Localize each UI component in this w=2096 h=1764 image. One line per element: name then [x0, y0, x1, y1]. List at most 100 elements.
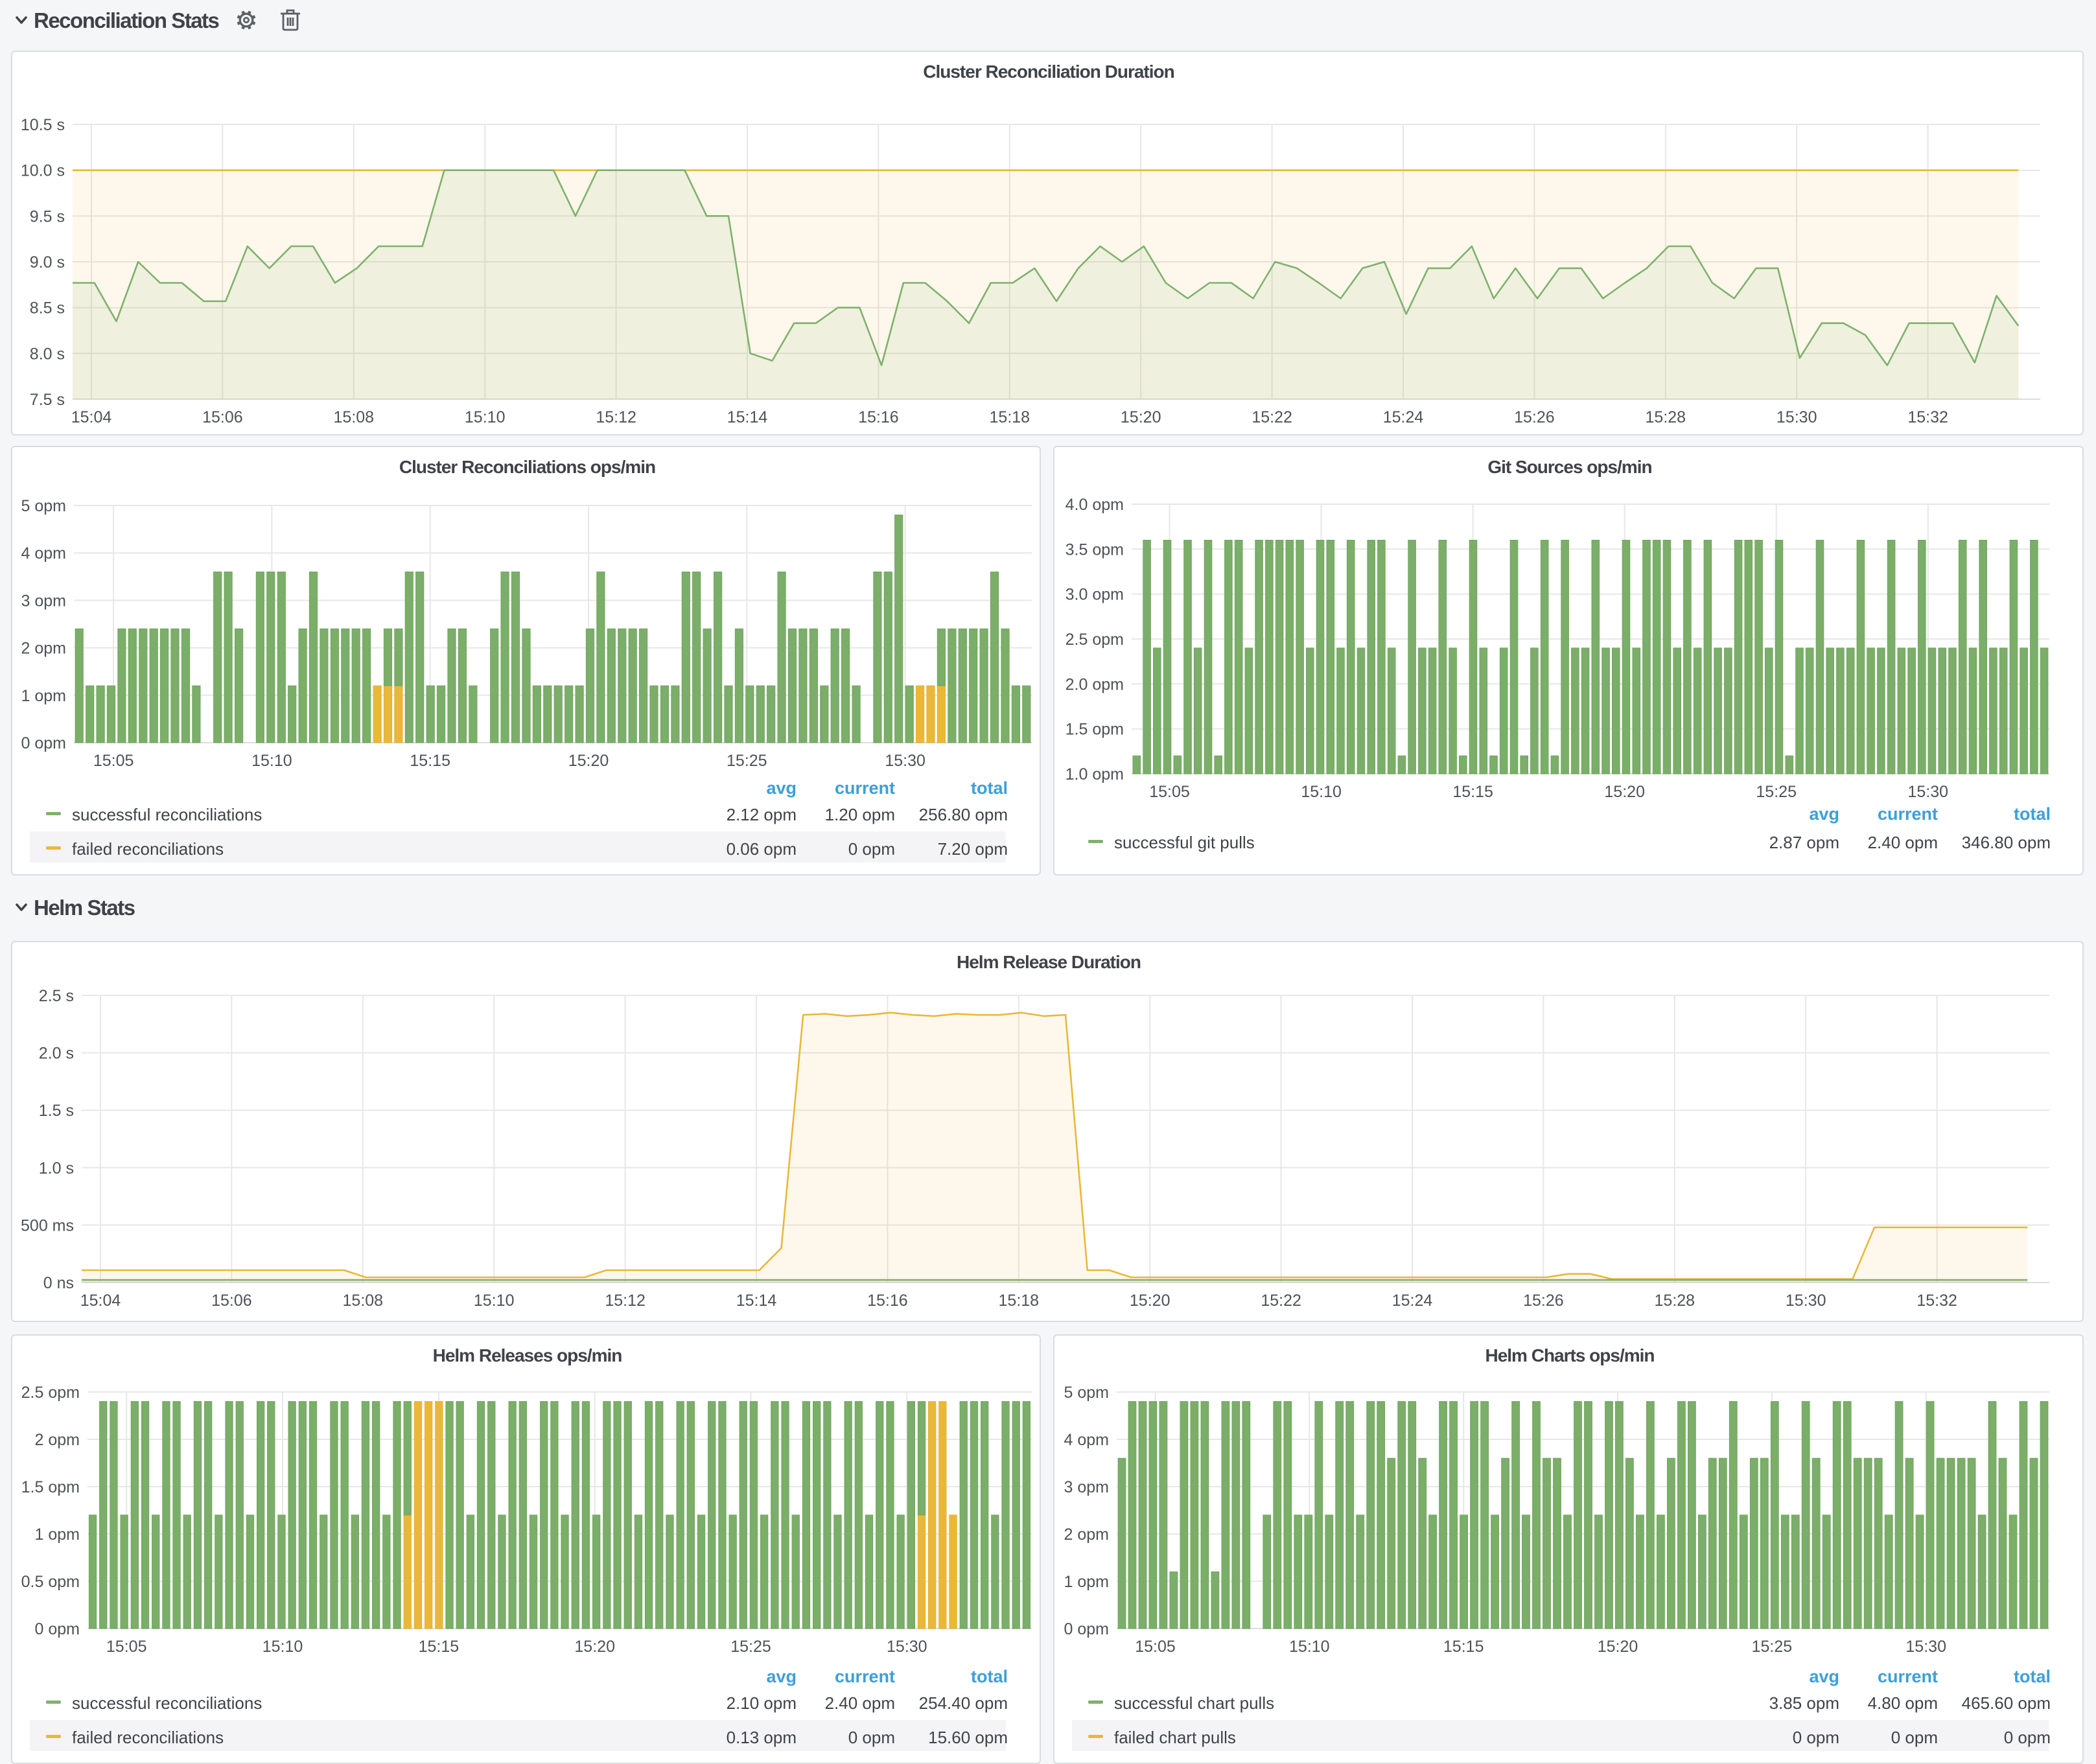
svg-text:15:08: 15:08 [343, 1292, 384, 1310]
svg-text:15:22: 15:22 [1252, 408, 1292, 426]
svg-text:Helm Stats: Helm Stats [34, 896, 135, 920]
svg-text:2.0 s: 2.0 s [39, 1045, 74, 1063]
svg-text:0.5 opm: 0.5 opm [21, 1573, 80, 1591]
svg-text:15.60 opm: 15.60 opm [928, 1728, 1008, 1747]
svg-text:15:15: 15:15 [1452, 783, 1493, 801]
svg-text:0 opm: 0 opm [2004, 1728, 2051, 1747]
svg-text:0.13 opm: 0.13 opm [727, 1728, 797, 1747]
svg-text:Reconciliation Stats: Reconciliation Stats [34, 8, 219, 32]
svg-text:1.0 s: 1.0 s [39, 1159, 74, 1178]
svg-text:1 opm: 1 opm [35, 1526, 80, 1544]
svg-text:15:18: 15:18 [990, 408, 1031, 426]
svg-text:2.40 opm: 2.40 opm [1868, 833, 1938, 852]
svg-text:current: current [835, 778, 895, 798]
svg-text:15:06: 15:06 [211, 1292, 252, 1310]
svg-text:1.5 opm: 1.5 opm [21, 1478, 80, 1496]
svg-text:3.85 opm: 3.85 opm [1769, 1693, 1839, 1713]
svg-text:Cluster Reconciliations ops/mi: Cluster Reconciliations ops/min [399, 457, 655, 477]
svg-text:500 ms: 500 ms [21, 1216, 74, 1235]
svg-text:465.60 opm: 465.60 opm [1962, 1693, 2051, 1713]
svg-text:9.5 s: 9.5 s [30, 207, 65, 226]
svg-text:current: current [1878, 1667, 1938, 1686]
svg-text:successful chart pulls: successful chart pulls [1114, 1693, 1274, 1713]
svg-text:0 opm: 0 opm [1793, 1728, 1839, 1747]
svg-text:15:25: 15:25 [1756, 783, 1797, 801]
svg-text:Helm Charts ops/min: Helm Charts ops/min [1485, 1345, 1654, 1365]
svg-text:2 opm: 2 opm [35, 1431, 80, 1449]
svg-text:0 ns: 0 ns [43, 1274, 74, 1292]
svg-text:15:10: 15:10 [262, 1638, 303, 1656]
svg-text:2.5 s: 2.5 s [39, 987, 74, 1005]
svg-text:15:28: 15:28 [1655, 1292, 1695, 1310]
svg-text:15:10: 15:10 [465, 408, 506, 426]
svg-text:346.80 opm: 346.80 opm [1962, 833, 2051, 852]
svg-text:254.40 opm: 254.40 opm [919, 1693, 1008, 1713]
svg-text:2 opm: 2 opm [21, 640, 66, 658]
svg-text:15:16: 15:16 [867, 1292, 908, 1310]
svg-text:15:20: 15:20 [574, 1638, 615, 1656]
svg-text:2.12 opm: 2.12 opm [727, 805, 797, 824]
svg-text:15:20: 15:20 [568, 752, 609, 770]
svg-text:0 opm: 0 opm [21, 734, 66, 752]
svg-text:15:04: 15:04 [80, 1292, 121, 1310]
svg-text:0.06 opm: 0.06 opm [727, 839, 797, 859]
svg-text:15:32: 15:32 [1916, 1292, 1957, 1310]
svg-text:15:10: 15:10 [474, 1292, 515, 1310]
svg-text:1.5 s: 1.5 s [39, 1102, 74, 1120]
svg-text:15:15: 15:15 [419, 1638, 460, 1656]
svg-text:7.5 s: 7.5 s [30, 391, 65, 409]
svg-text:9.0 s: 9.0 s [30, 253, 65, 272]
svg-text:256.80 opm: 256.80 opm [919, 805, 1008, 824]
svg-text:total: total [2014, 1667, 2051, 1686]
svg-text:10.5 s: 10.5 s [21, 116, 65, 134]
svg-text:15:28: 15:28 [1646, 408, 1686, 426]
svg-text:15:20: 15:20 [1130, 1292, 1170, 1310]
svg-text:15:10: 15:10 [251, 752, 292, 770]
svg-text:15:14: 15:14 [736, 1292, 777, 1310]
svg-text:avg: avg [766, 778, 797, 798]
svg-text:1 opm: 1 opm [1064, 1573, 1109, 1591]
svg-text:15:30: 15:30 [887, 1638, 927, 1656]
svg-text:15:20: 15:20 [1121, 408, 1161, 426]
svg-text:failed reconciliations: failed reconciliations [72, 1728, 224, 1747]
svg-text:15:24: 15:24 [1392, 1292, 1433, 1310]
svg-text:15:25: 15:25 [730, 1638, 771, 1656]
svg-text:1.20 opm: 1.20 opm [825, 805, 895, 824]
svg-text:15:20: 15:20 [1598, 1638, 1638, 1656]
svg-text:current: current [835, 1667, 895, 1686]
svg-text:15:05: 15:05 [106, 1638, 147, 1656]
svg-text:3 opm: 3 opm [21, 592, 66, 610]
svg-text:15:26: 15:26 [1514, 408, 1555, 426]
svg-text:avg: avg [1809, 804, 1839, 824]
svg-text:15:10: 15:10 [1289, 1638, 1330, 1656]
svg-text:successful git pulls: successful git pulls [1114, 833, 1255, 852]
svg-text:2.40 opm: 2.40 opm [825, 1693, 895, 1713]
svg-text:15:15: 15:15 [1443, 1638, 1484, 1656]
svg-text:15:32: 15:32 [1907, 408, 1948, 426]
svg-text:15:05: 15:05 [93, 752, 134, 770]
svg-text:15:30: 15:30 [1908, 783, 1949, 801]
svg-text:15:25: 15:25 [1752, 1638, 1793, 1656]
svg-text:total: total [2014, 804, 2051, 824]
svg-text:4 opm: 4 opm [1064, 1431, 1109, 1449]
svg-text:15:15: 15:15 [410, 752, 450, 770]
svg-text:15:18: 15:18 [999, 1292, 1040, 1310]
svg-text:successful reconciliations: successful reconciliations [72, 805, 262, 824]
svg-text:8.0 s: 8.0 s [30, 345, 65, 363]
svg-text:15:20: 15:20 [1604, 783, 1645, 801]
svg-text:2.10 opm: 2.10 opm [727, 1693, 797, 1713]
svg-text:avg: avg [1809, 1667, 1839, 1686]
svg-text:1.5 opm: 1.5 opm [1065, 721, 1124, 739]
svg-text:15:16: 15:16 [858, 408, 899, 426]
svg-text:4.0 opm: 4.0 opm [1065, 496, 1124, 514]
svg-text:Helm Releases ops/min: Helm Releases ops/min [433, 1345, 622, 1365]
svg-text:0 opm: 0 opm [35, 1620, 80, 1638]
svg-text:4 opm: 4 opm [21, 544, 66, 563]
svg-text:7.20 opm: 7.20 opm [938, 839, 1008, 859]
svg-text:15:30: 15:30 [885, 752, 926, 770]
svg-text:15:14: 15:14 [727, 408, 768, 426]
svg-text:2.5 opm: 2.5 opm [1065, 631, 1124, 649]
svg-text:3.5 opm: 3.5 opm [1065, 540, 1124, 559]
svg-text:Git Sources ops/min: Git Sources ops/min [1487, 457, 1651, 477]
svg-text:successful reconciliations: successful reconciliations [72, 1693, 262, 1713]
